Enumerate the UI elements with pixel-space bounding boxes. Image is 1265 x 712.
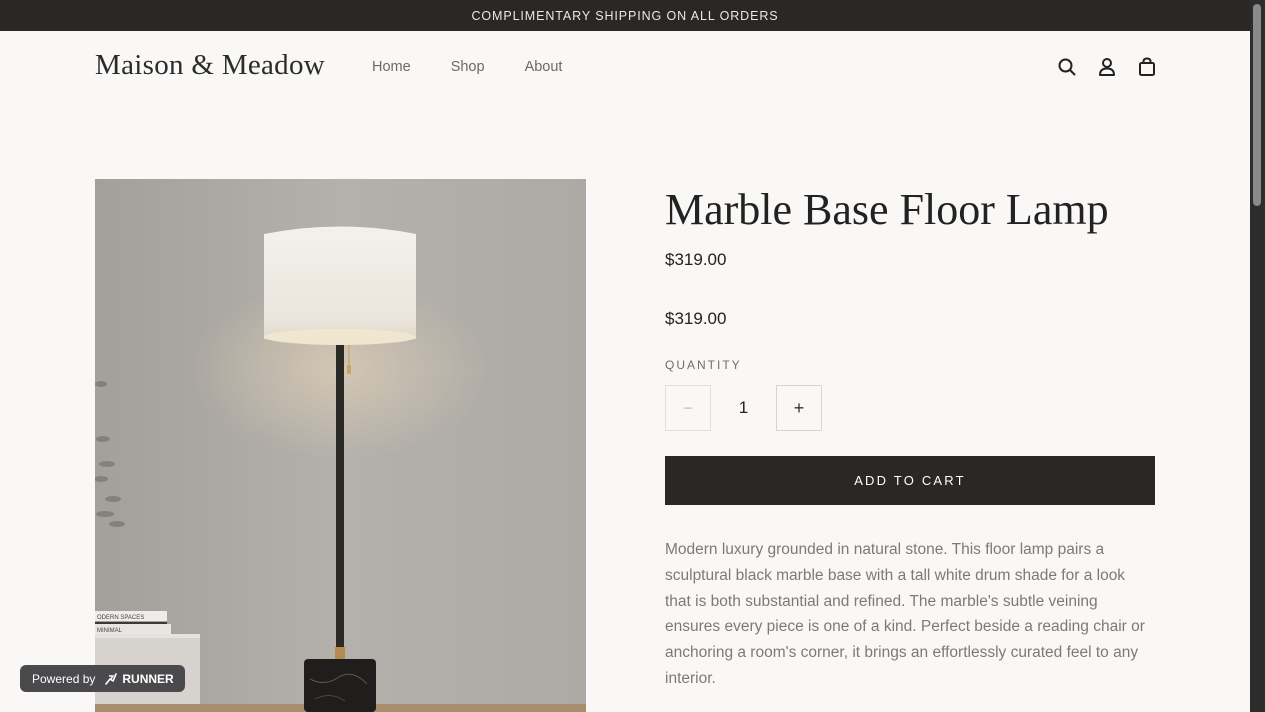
announcement-text: COMPLIMENTARY SHIPPING ON ALL ORDERS	[471, 8, 779, 23]
product-description: Modern luxury grounded in natural stone.…	[665, 541, 1145, 687]
product-price-secondary: $319.00	[665, 309, 727, 328]
quantity-decrement-button[interactable]: −	[665, 385, 711, 431]
nav-home[interactable]: Home	[372, 59, 411, 75]
add-to-cart-button[interactable]: ADD TO CART	[665, 456, 1155, 505]
product-image[interactable]: ODERN SPACES MINIMAL	[95, 179, 586, 712]
product-title: Marble Base Floor Lamp	[665, 185, 1109, 234]
photo-book-spine-2: MINIMAL	[97, 628, 123, 634]
quantity-label: QUANTITY	[665, 358, 742, 372]
site-header: Maison & Meadow Home Shop About	[0, 31, 1250, 103]
account-icon[interactable]	[1097, 56, 1117, 78]
brand-logo[interactable]: Maison & Meadow	[95, 49, 325, 82]
powered-by-badge[interactable]: Powered by RUNNER	[20, 665, 185, 692]
announcement-bar: COMPLIMENTARY SHIPPING ON ALL ORDERS	[0, 0, 1250, 31]
quantity-increment-button[interactable]: +	[776, 385, 822, 431]
product-info: Marble Base Floor Lamp $319.00 $319.00 Q…	[665, 180, 1155, 687]
photo-book-spine-1: ODERN SPACES	[97, 615, 144, 621]
product-price: $319.00	[665, 250, 727, 269]
quantity-input[interactable]: 1	[711, 385, 776, 431]
scrollbar-thumb[interactable]	[1253, 4, 1261, 206]
header-actions	[1057, 56, 1157, 78]
nav-shop[interactable]: Shop	[451, 59, 485, 75]
powered-by-label: Powered by	[32, 671, 96, 686]
runner-icon	[105, 672, 118, 685]
cart-bag-icon[interactable]	[1137, 56, 1157, 78]
runner-text: RUNNER	[122, 671, 174, 686]
main-nav: Home Shop About	[372, 59, 602, 75]
runner-logo: RUNNER	[104, 671, 174, 686]
page-scrollbar[interactable]	[1250, 0, 1265, 712]
search-icon[interactable]	[1057, 56, 1077, 78]
quantity-stepper: − 1 +	[665, 385, 825, 433]
nav-about[interactable]: About	[525, 59, 563, 75]
